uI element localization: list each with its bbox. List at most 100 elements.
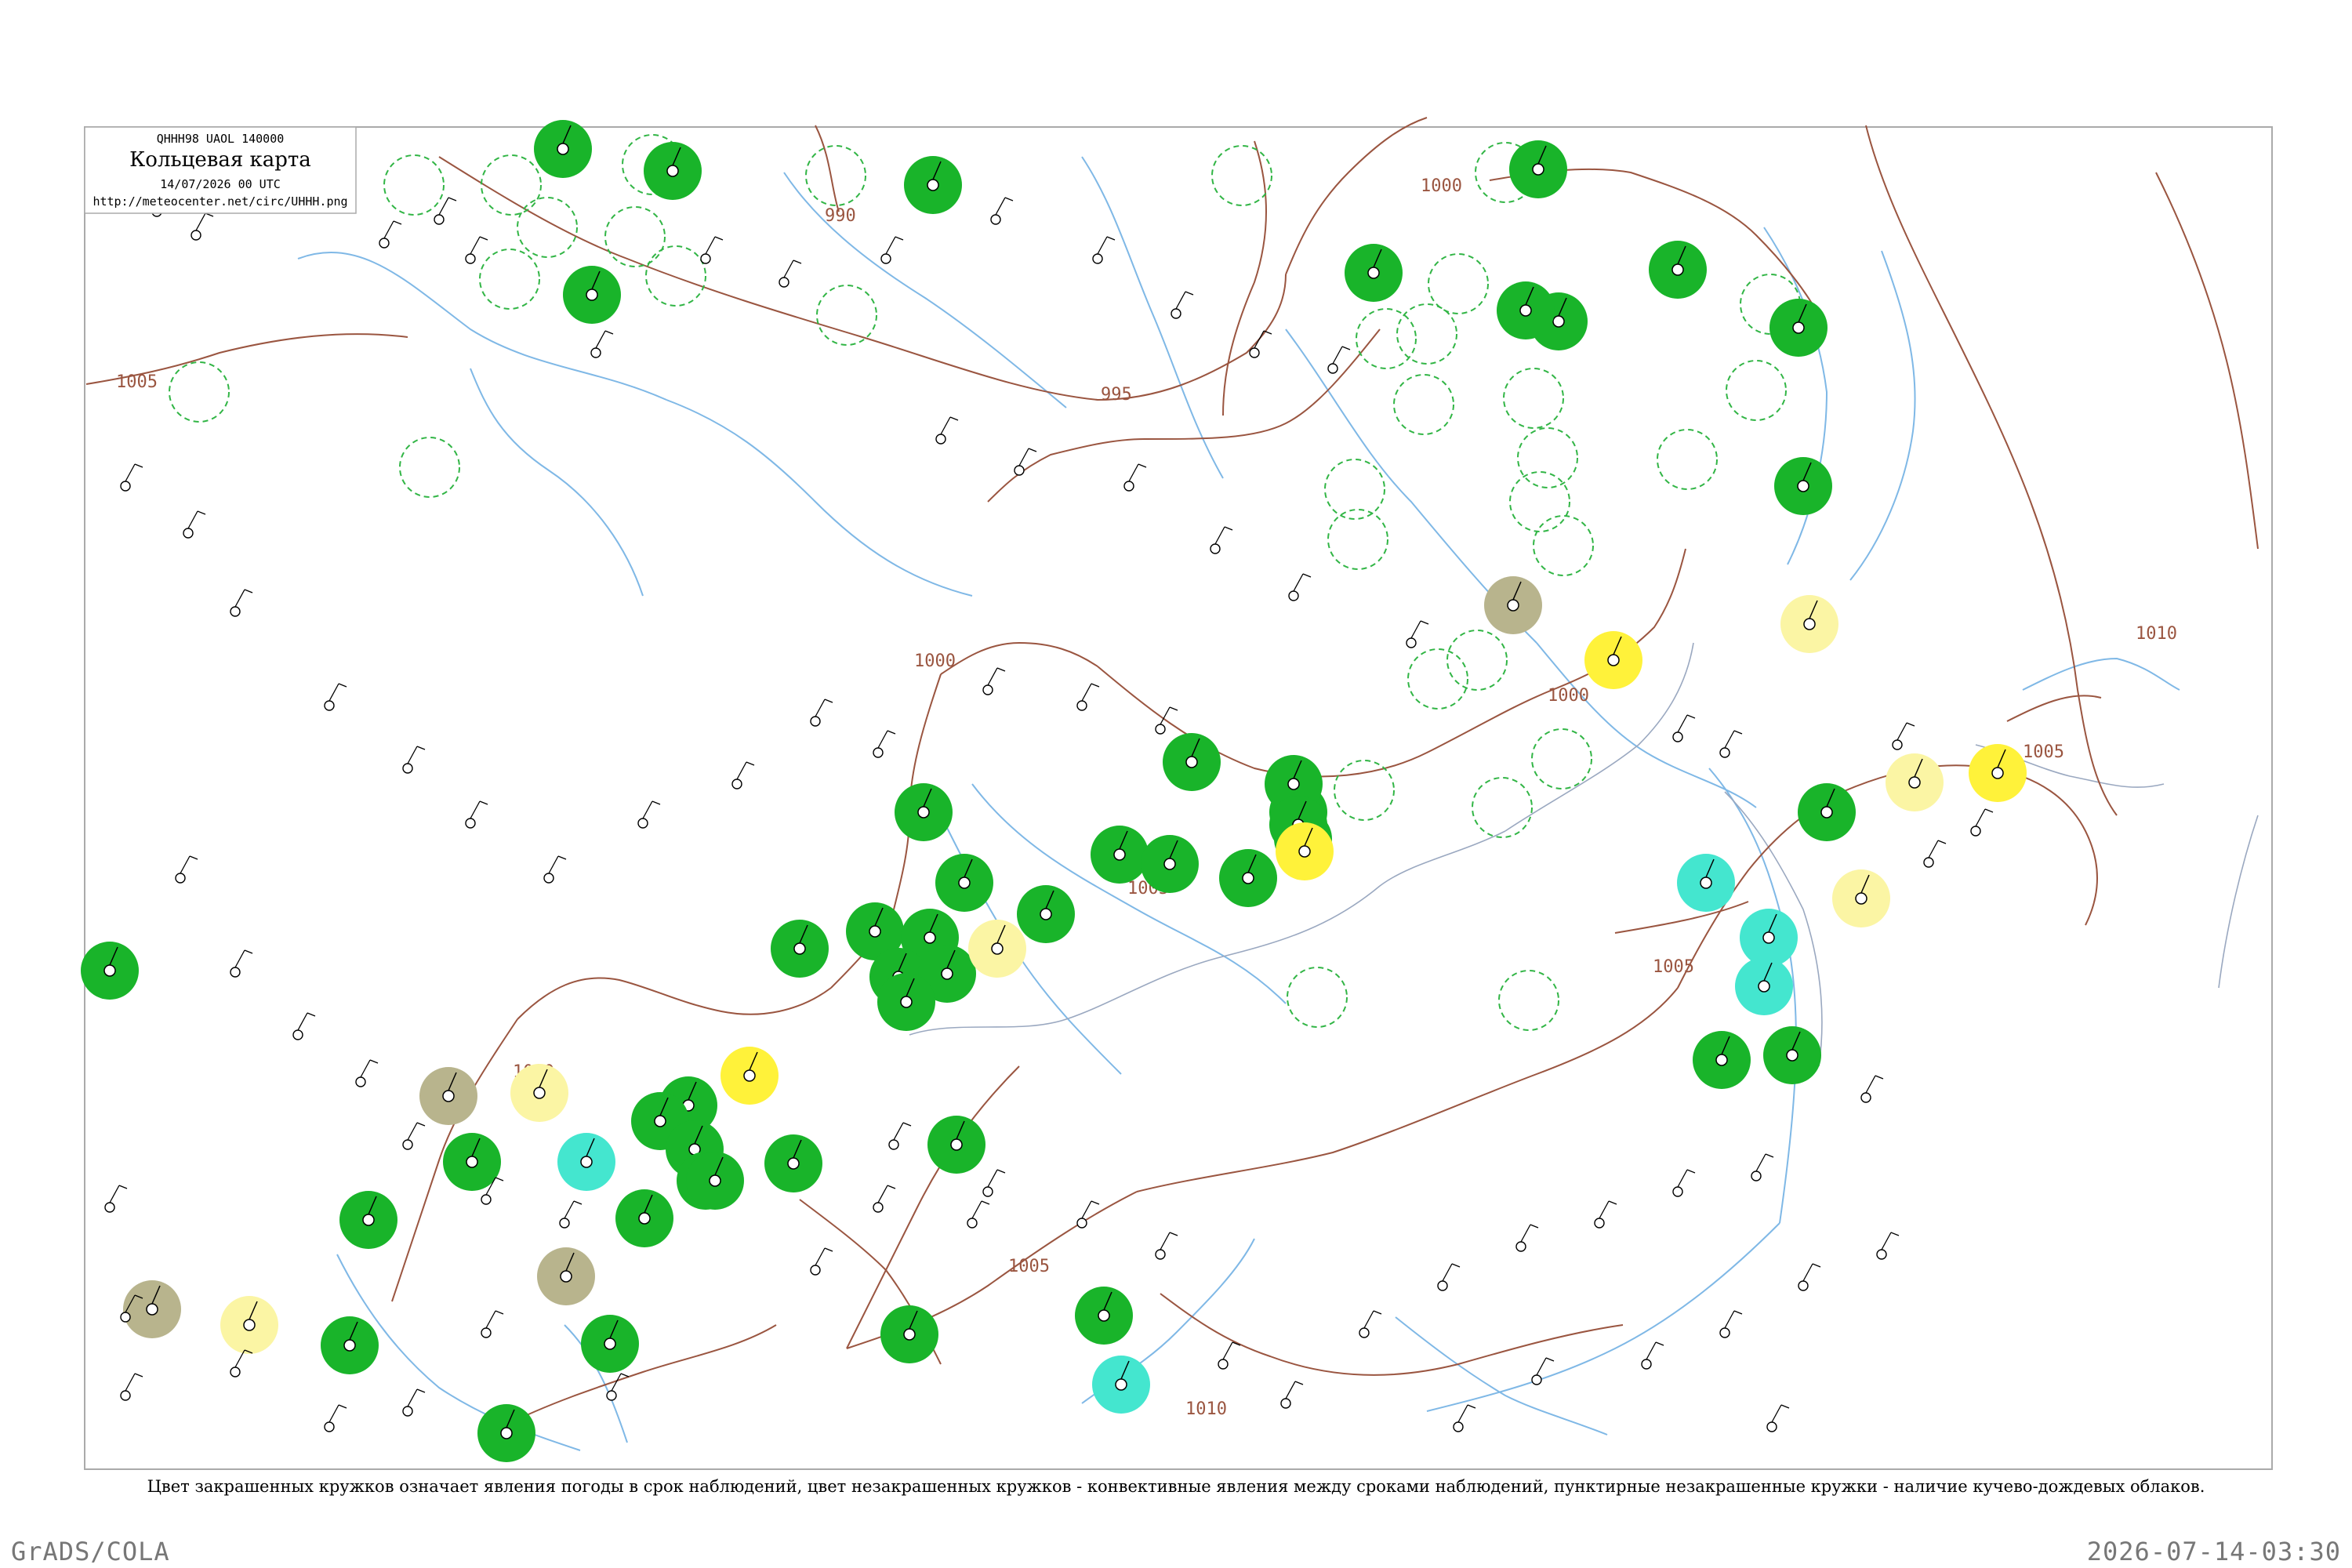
station-dot — [560, 1270, 572, 1283]
station-dot — [1641, 1359, 1652, 1370]
station-dot — [1700, 877, 1712, 889]
isobar-label: 990 — [825, 206, 856, 226]
station-dot — [606, 1390, 617, 1401]
station-dot — [1923, 857, 1934, 868]
isobar-label: 1000 — [914, 652, 956, 671]
station-dot — [873, 1202, 884, 1213]
station-dot — [1594, 1218, 1605, 1229]
station-dot — [586, 289, 598, 301]
isobar-label: 1005 — [1653, 957, 1694, 977]
station-dot — [917, 806, 930, 818]
station-dot — [903, 1328, 916, 1341]
station-dot — [1719, 1327, 1730, 1338]
station-dot — [230, 967, 241, 978]
station-dot — [191, 230, 201, 241]
isobar-label: 1005 — [2023, 742, 2064, 762]
header-code: QHHH98 UAOL 140000 — [157, 132, 285, 146]
station-dot — [1970, 826, 1981, 837]
station-dot — [1076, 700, 1087, 711]
station-dot — [1367, 267, 1380, 279]
station-dot — [1298, 845, 1311, 858]
station-dot — [1242, 872, 1254, 884]
station-dot — [434, 214, 445, 225]
station-dot — [654, 1115, 666, 1127]
station-dot — [103, 964, 116, 977]
station-dot — [1552, 315, 1565, 328]
station-dot — [557, 143, 569, 155]
station-dot — [982, 684, 993, 695]
station-dot — [465, 253, 476, 264]
station-dot — [810, 1265, 821, 1276]
isobar-label: 1010 — [1185, 1399, 1227, 1419]
station-dot — [958, 877, 971, 889]
station-dot — [1171, 308, 1181, 319]
station-dot — [888, 1139, 899, 1150]
station-dot — [324, 1421, 335, 1432]
station-dot — [1532, 163, 1544, 176]
station-dot — [991, 942, 1004, 955]
station-dot — [1288, 590, 1299, 601]
station-dot — [146, 1303, 158, 1316]
station-dot — [1185, 756, 1198, 768]
station-dot — [1792, 321, 1805, 334]
station-dot — [1908, 776, 1921, 789]
station-dot — [1437, 1280, 1448, 1291]
header-url: http://meteocenter.net/circ/UHHH.png — [93, 194, 347, 209]
station-dot — [709, 1174, 721, 1187]
station-dot — [1797, 480, 1809, 492]
station-dot — [1249, 347, 1260, 358]
station-dot — [1531, 1374, 1542, 1385]
station-dot — [1406, 637, 1417, 648]
station-dot — [637, 818, 648, 829]
station-dot — [1672, 1186, 1683, 1197]
footer-right: 2026-07-14-03:30 — [2086, 1537, 2341, 1566]
station-dot — [880, 253, 891, 264]
station-dot — [590, 347, 601, 358]
weather-map: 1005 995 990 1000 1000 1000 1005 1005 10… — [81, 117, 2273, 1470]
station-dot — [1113, 848, 1126, 861]
station-dot — [731, 779, 742, 789]
station-dot — [543, 873, 554, 884]
station-dot — [1515, 1241, 1526, 1252]
station-dot — [1098, 1309, 1110, 1322]
station-dot — [1155, 1249, 1166, 1260]
station-dot — [1766, 1421, 1777, 1432]
station-dot — [604, 1338, 616, 1350]
station-dot — [935, 434, 946, 445]
station-dot — [1860, 1092, 1871, 1103]
station-dot — [481, 1327, 492, 1338]
station-dot — [1123, 481, 1134, 492]
header-title: Кольцевая карта — [129, 148, 311, 172]
station-dot — [924, 931, 936, 944]
station-dot — [900, 996, 913, 1008]
station-dot — [343, 1339, 356, 1352]
header-date: 14/07/2026 00 UTC — [160, 177, 281, 191]
isobar-label: 995 — [1101, 385, 1132, 405]
station-dot — [1751, 1171, 1762, 1181]
station-dot — [1671, 263, 1684, 276]
station-dot — [1672, 731, 1683, 742]
station-dot — [466, 1156, 478, 1168]
station-dot — [1892, 739, 1903, 750]
station-dot — [243, 1319, 256, 1331]
isobar-label: 1000 — [1421, 176, 1462, 196]
station-dot — [743, 1069, 756, 1082]
footer-left: GrADS/COLA — [11, 1537, 170, 1566]
station-dot — [700, 253, 711, 264]
station-dot — [1115, 1378, 1127, 1391]
station-dot — [355, 1076, 366, 1087]
station-dot — [559, 1218, 570, 1229]
station-dot — [1803, 618, 1816, 630]
station-dot — [1758, 980, 1770, 993]
station-dot — [873, 747, 884, 758]
station-dot — [1820, 806, 1833, 818]
station-dot — [1762, 931, 1775, 944]
station-dot — [324, 700, 335, 711]
isobar-label: 1000 — [1548, 686, 1589, 706]
map-frame — [84, 126, 2273, 1470]
station-dot — [230, 606, 241, 617]
station-dot — [1359, 1327, 1370, 1338]
station-dot — [1163, 858, 1176, 870]
station-dot — [1280, 1398, 1291, 1409]
station-dot — [379, 238, 390, 249]
